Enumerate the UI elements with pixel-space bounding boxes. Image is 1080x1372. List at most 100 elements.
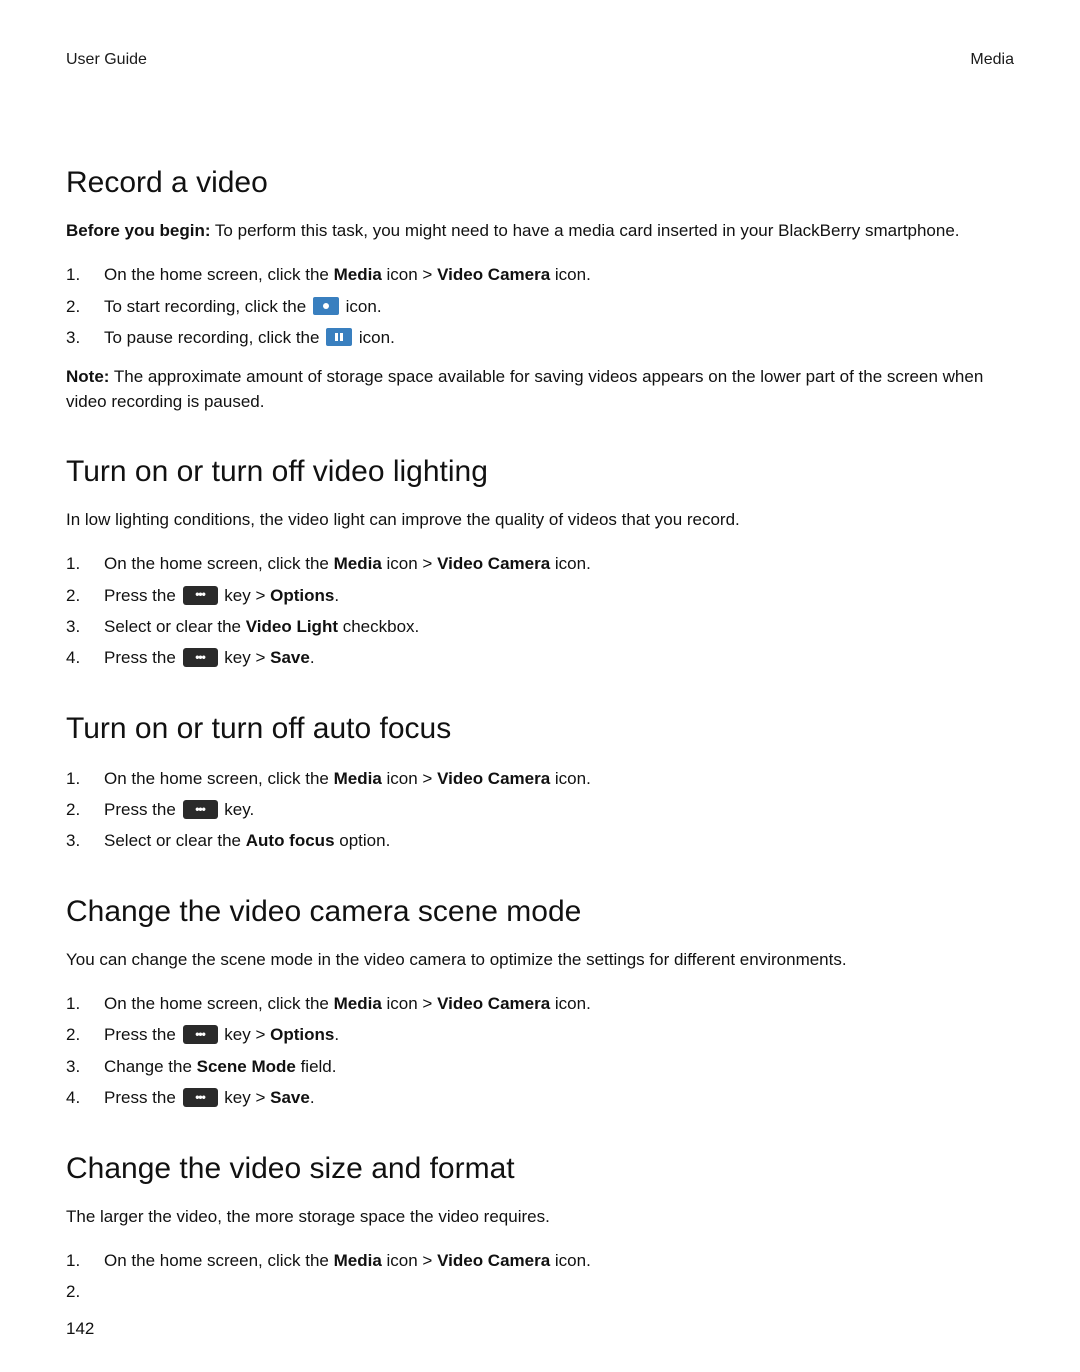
- heading-auto-focus: Turn on or turn off auto focus: [66, 707, 1014, 751]
- header-right: Media: [970, 48, 1014, 71]
- media-bold: Media: [334, 554, 382, 573]
- note-label: Note:: [66, 367, 109, 386]
- section-auto-focus: Turn on or turn off auto focus 1. On the…: [66, 707, 1014, 854]
- step-number: 2.: [66, 1278, 104, 1305]
- text: On the home screen, click the: [104, 994, 334, 1013]
- video-camera-bold: Video Camera: [437, 994, 550, 1013]
- text: icon.: [341, 297, 382, 316]
- text: key >: [220, 586, 271, 605]
- text: To start recording, click the: [104, 297, 311, 316]
- heading-size-format: Change the video size and format: [66, 1147, 1014, 1191]
- steps-size: 1. On the home screen, click the Media i…: [66, 1247, 1014, 1305]
- step: 1. On the home screen, click the Media i…: [66, 1247, 1014, 1274]
- step-number: 1.: [66, 765, 104, 792]
- text: key.: [220, 800, 255, 819]
- pause-icon: [326, 328, 352, 346]
- step-number: 2.: [66, 582, 104, 609]
- text: On the home screen, click the: [104, 769, 334, 788]
- text: Change the: [104, 1057, 197, 1076]
- text: field.: [296, 1057, 337, 1076]
- blackberry-key-icon: •••: [183, 1025, 218, 1044]
- video-light-bold: Video Light: [246, 617, 338, 636]
- text: icon >: [382, 769, 437, 788]
- save-bold: Save: [270, 648, 310, 667]
- video-camera-bold: Video Camera: [437, 554, 550, 573]
- text: key >: [220, 1088, 271, 1107]
- text: icon.: [550, 1251, 591, 1270]
- text: On the home screen, click the: [104, 554, 334, 573]
- text: Press the: [104, 800, 181, 819]
- blackberry-key-icon: •••: [183, 648, 218, 667]
- text: Press the: [104, 586, 181, 605]
- scene-mode-bold: Scene Mode: [197, 1057, 296, 1076]
- step: 1. On the home screen, click the Media i…: [66, 261, 1014, 288]
- step-number: 1.: [66, 990, 104, 1017]
- step: 2. Press the ••• key > Options.: [66, 582, 1014, 609]
- step-body: Press the ••• key > Save.: [104, 644, 1014, 671]
- text: Select or clear the: [104, 617, 246, 636]
- text: icon >: [382, 994, 437, 1013]
- header-left: User Guide: [66, 48, 147, 71]
- step: 2.: [66, 1278, 1014, 1305]
- text: .: [310, 648, 315, 667]
- text: .: [310, 1088, 315, 1107]
- step-number: 4.: [66, 1084, 104, 1111]
- text: icon.: [550, 769, 591, 788]
- save-bold: Save: [270, 1088, 310, 1107]
- text: On the home screen, click the: [104, 265, 334, 284]
- note: Note: The approximate amount of storage …: [66, 365, 1014, 414]
- step-body: Select or clear the Auto focus option.: [104, 827, 1014, 854]
- running-header: User Guide Media: [66, 48, 1014, 71]
- step-number: 1.: [66, 1247, 104, 1274]
- text: icon >: [382, 1251, 437, 1270]
- text: icon.: [550, 554, 591, 573]
- video-camera-bold: Video Camera: [437, 265, 550, 284]
- steps-scene: 1. On the home screen, click the Media i…: [66, 990, 1014, 1111]
- blackberry-key-icon: •••: [183, 1088, 218, 1107]
- step-body: On the home screen, click the Media icon…: [104, 550, 1014, 577]
- text: Press the: [104, 1088, 181, 1107]
- text: icon >: [382, 265, 437, 284]
- step-number: 3.: [66, 324, 104, 351]
- note-body: The approximate amount of storage space …: [66, 367, 983, 411]
- text: Press the: [104, 1025, 181, 1044]
- text: Select or clear the: [104, 831, 246, 850]
- step: 4. Press the ••• key > Save.: [66, 644, 1014, 671]
- step: 3. Select or clear the Video Light check…: [66, 613, 1014, 640]
- step-number: 4.: [66, 644, 104, 671]
- before-you-begin-body: To perform this task, you might need to …: [211, 221, 960, 240]
- before-you-begin: Before you begin: To perform this task, …: [66, 219, 1014, 244]
- record-icon: [313, 297, 339, 315]
- heading-record-video: Record a video: [66, 161, 1014, 205]
- step-body: Press the ••• key.: [104, 796, 1014, 823]
- video-camera-bold: Video Camera: [437, 1251, 550, 1270]
- section-video-lighting: Turn on or turn off video lighting In lo…: [66, 450, 1014, 671]
- steps-lighting: 1. On the home screen, click the Media i…: [66, 550, 1014, 671]
- intro-scene: You can change the scene mode in the vid…: [66, 948, 1014, 973]
- step-number: 3.: [66, 827, 104, 854]
- section-record-video: Record a video Before you begin: To perf…: [66, 161, 1014, 414]
- auto-focus-bold: Auto focus: [246, 831, 335, 850]
- step-body: Press the ••• key > Save.: [104, 1084, 1014, 1111]
- step: 2. To start recording, click the icon.: [66, 293, 1014, 320]
- blackberry-key-icon: •••: [183, 586, 218, 605]
- step-body: To start recording, click the icon.: [104, 293, 1014, 320]
- step: 3. Change the Scene Mode field.: [66, 1053, 1014, 1080]
- text: On the home screen, click the: [104, 1251, 334, 1270]
- step: 4. Press the ••• key > Save.: [66, 1084, 1014, 1111]
- steps-autofocus: 1. On the home screen, click the Media i…: [66, 765, 1014, 855]
- text: icon.: [354, 328, 395, 347]
- intro-size: The larger the video, the more storage s…: [66, 1205, 1014, 1230]
- text: checkbox.: [338, 617, 419, 636]
- steps-record: 1. On the home screen, click the Media i…: [66, 261, 1014, 351]
- video-camera-bold: Video Camera: [437, 769, 550, 788]
- blackberry-key-icon: •••: [183, 800, 218, 819]
- step: 3. To pause recording, click the icon.: [66, 324, 1014, 351]
- media-bold: Media: [334, 265, 382, 284]
- heading-video-lighting: Turn on or turn off video lighting: [66, 450, 1014, 494]
- page: User Guide Media Record a video Before y…: [0, 0, 1080, 1372]
- text: key >: [220, 1025, 271, 1044]
- step-body: On the home screen, click the Media icon…: [104, 261, 1014, 288]
- text: To pause recording, click the: [104, 328, 324, 347]
- step: 1. On the home screen, click the Media i…: [66, 765, 1014, 792]
